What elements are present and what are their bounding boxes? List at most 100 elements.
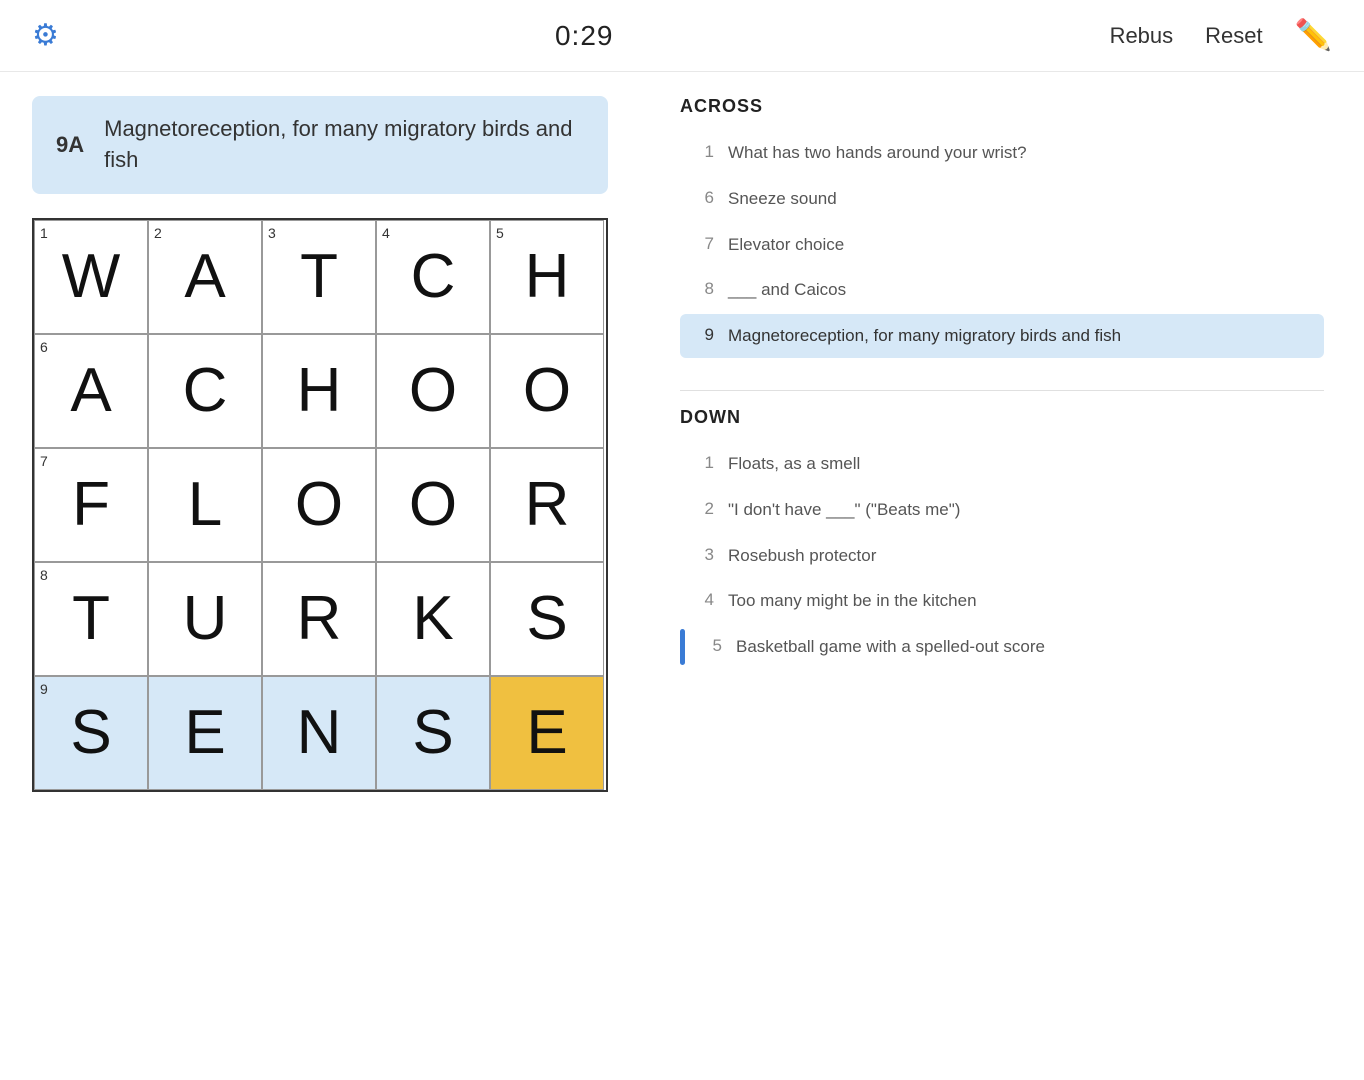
across-clue-list: 1 What has two hands around your wrist? 6S… (680, 131, 1324, 358)
cell-letter: R (525, 474, 570, 536)
cell-number: 2 (154, 225, 162, 241)
grid-cell[interactable]: R (262, 562, 376, 676)
cell-letter: W (62, 246, 121, 308)
grid-cell[interactable]: C (148, 334, 262, 448)
clue-text: Elevator choice (728, 233, 844, 257)
clue-number: 1 (694, 141, 714, 162)
cell-letter: C (183, 360, 228, 422)
grid-cell[interactable]: O (490, 334, 604, 448)
cell-letter: S (412, 702, 453, 764)
cell-letter: O (409, 474, 457, 536)
settings-icon[interactable]: ⚙ (32, 18, 59, 53)
timer: 0:29 (555, 20, 614, 52)
cell-number: 3 (268, 225, 276, 241)
across-clue-item[interactable]: 1 What has two hands around your wrist? (680, 131, 1324, 175)
down-clue-item[interactable]: 5 Basketball game with a spelled-out scor… (680, 625, 1324, 669)
cell-letter: N (297, 702, 342, 764)
grid-cell[interactable]: 1W (34, 220, 148, 334)
cell-letter: C (411, 246, 456, 308)
grid-cell[interactable]: 8T (34, 562, 148, 676)
cell-letter: F (72, 474, 110, 536)
down-clue-item[interactable]: 4 Too many might be in the kitchen (680, 579, 1324, 623)
grid-cell[interactable]: O (262, 448, 376, 562)
grid-cell[interactable]: 5H (490, 220, 604, 334)
clue-text: Floats, as a smell (728, 452, 860, 476)
cell-letter: S (70, 702, 111, 764)
grid-cell[interactable]: S (490, 562, 604, 676)
cell-letter: T (72, 588, 110, 650)
clue-number: 5 (702, 635, 722, 656)
grid-cell[interactable]: R (490, 448, 604, 562)
across-clue-item[interactable]: 9Magnetoreception, for many migratory bi… (680, 314, 1324, 358)
across-clue-item[interactable]: 7 Elevator choice (680, 223, 1324, 267)
active-clue-text: Magnetoreception, for many migratory bir… (104, 114, 584, 176)
grid-cell[interactable]: K (376, 562, 490, 676)
cell-number: 9 (40, 681, 48, 697)
grid-cell[interactable]: E (490, 676, 604, 790)
across-clue-item[interactable]: 6Sneeze sound (680, 177, 1324, 221)
clue-number: 9 (694, 324, 714, 345)
cell-number: 5 (496, 225, 504, 241)
cell-number: 1 (40, 225, 48, 241)
clue-number: 7 (694, 233, 714, 254)
grid-cell[interactable]: N (262, 676, 376, 790)
clue-text: Sneeze sound (728, 187, 837, 211)
right-panel: ACROSS 1 What has two hands around your w… (640, 72, 1364, 816)
header-actions: Rebus Reset ✏️ (1110, 18, 1332, 53)
crossword-grid: 1W2A3T4C5H6ACHOO7FLOOR8TURKS9SENSE (32, 218, 608, 792)
cell-letter: L (188, 474, 222, 536)
cell-letter: O (523, 360, 571, 422)
cell-letter: H (525, 246, 570, 308)
down-clue-list: 1 Floats, as a smell 2"I don't have ___" (… (680, 442, 1324, 669)
grid-cell[interactable]: O (376, 334, 490, 448)
app-header: ⚙ 0:29 Rebus Reset ✏️ (0, 0, 1364, 72)
cell-letter: A (184, 246, 225, 308)
grid-cell[interactable]: 2A (148, 220, 262, 334)
across-clue-item[interactable]: 8 ___ and Caicos (680, 268, 1324, 312)
grid-cell[interactable]: 9S (34, 676, 148, 790)
clue-text: Basketball game with a spelled-out score (736, 635, 1045, 659)
rebus-button[interactable]: Rebus (1110, 23, 1174, 49)
cell-letter: O (295, 474, 343, 536)
pencil-icon[interactable]: ✏️ (1295, 18, 1332, 53)
cell-number: 7 (40, 453, 48, 469)
grid-cell[interactable]: 3T (262, 220, 376, 334)
cell-letter: E (526, 702, 567, 764)
down-clue-item[interactable]: 1 Floats, as a smell (680, 442, 1324, 486)
cell-number: 8 (40, 567, 48, 583)
clue-number: 8 (694, 278, 714, 299)
grid-cell[interactable]: L (148, 448, 262, 562)
active-clue-number: 9A (56, 132, 84, 158)
cell-number: 6 (40, 339, 48, 355)
left-panel: 9A Magnetoreception, for many migratory … (0, 72, 640, 816)
clue-text: ___ and Caicos (728, 278, 846, 302)
main-layout: 9A Magnetoreception, for many migratory … (0, 72, 1364, 816)
clue-text: Rosebush protector (728, 544, 876, 568)
clue-number: 1 (694, 452, 714, 473)
across-section-title: ACROSS (680, 96, 1324, 117)
grid-cell[interactable]: 4C (376, 220, 490, 334)
grid-cell[interactable]: O (376, 448, 490, 562)
cell-letter: A (70, 360, 111, 422)
clue-text: What has two hands around your wrist? (728, 141, 1027, 165)
cell-number: 4 (382, 225, 390, 241)
cell-letter: H (297, 360, 342, 422)
grid-cell[interactable]: U (148, 562, 262, 676)
section-divider (680, 390, 1324, 391)
down-clue-item[interactable]: 2"I don't have ___" ("Beats me") (680, 488, 1324, 532)
cell-letter: S (526, 588, 567, 650)
clue-number: 2 (694, 498, 714, 519)
active-clue-hint: 9A Magnetoreception, for many migratory … (32, 96, 608, 194)
down-clue-item[interactable]: 3Rosebush protector (680, 534, 1324, 578)
cell-letter: T (300, 246, 338, 308)
cell-letter: R (297, 588, 342, 650)
grid-cell[interactable]: H (262, 334, 376, 448)
grid-cell[interactable]: S (376, 676, 490, 790)
clue-text: Too many might be in the kitchen (728, 589, 977, 613)
grid-cell[interactable]: E (148, 676, 262, 790)
cell-letter: O (409, 360, 457, 422)
reset-button[interactable]: Reset (1205, 23, 1262, 49)
grid-cell[interactable]: 7F (34, 448, 148, 562)
clue-number: 4 (694, 589, 714, 610)
grid-cell[interactable]: 6A (34, 334, 148, 448)
